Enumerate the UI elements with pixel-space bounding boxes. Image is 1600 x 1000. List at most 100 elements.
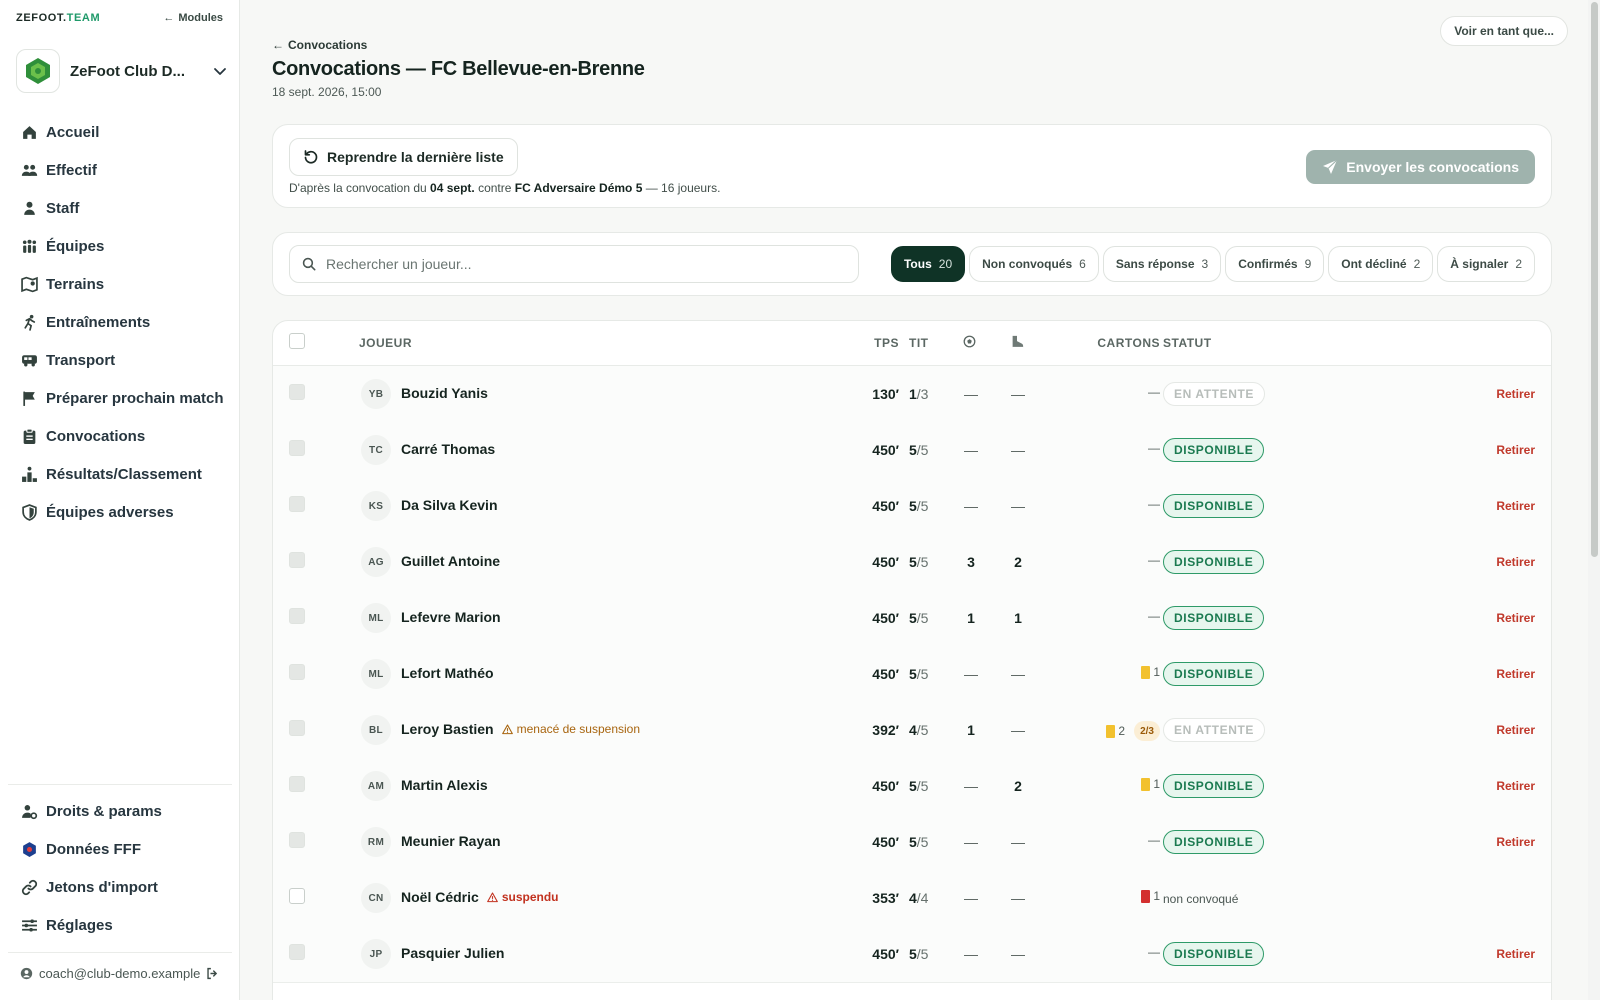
logout-icon[interactable]: [206, 967, 219, 980]
filter-non-convoques[interactable]: Non convoqués 6: [969, 246, 1099, 282]
shield-icon: [20, 503, 38, 521]
remove-player-button[interactable]: Retirer: [1496, 499, 1535, 513]
boot-icon: [1010, 335, 1024, 352]
filter-label: Tous: [903, 257, 932, 271]
cards-cell: 1: [1141, 889, 1160, 903]
starts-total: /5: [916, 610, 929, 626]
yellow-count: 1: [1153, 665, 1160, 679]
player-name[interactable]: Lefevre Marion: [401, 609, 501, 625]
filter-count: 3: [1201, 257, 1209, 271]
cards-cell: —: [1148, 945, 1160, 959]
send-convocations-button[interactable]: Envoyer les convocations: [1306, 150, 1535, 184]
main-content: Voir en tant que... ← Convocations Convo…: [240, 0, 1600, 1000]
row-checkbox[interactable]: [289, 384, 305, 400]
player-name[interactable]: Martin Alexis: [401, 777, 488, 793]
player-name[interactable]: Da Silva Kevin: [401, 497, 498, 513]
filter-count: 6: [1079, 257, 1086, 271]
resume-last-list-button[interactable]: Reprendre la dernière liste: [289, 138, 518, 176]
player-name[interactable]: Carré Thomas: [401, 441, 495, 457]
goals: —: [964, 666, 978, 682]
club-switcher[interactable]: ZeFoot Club D...: [16, 49, 228, 93]
modules-link[interactable]: ← Modules: [163, 12, 223, 24]
column-cartons: CARTONS: [1097, 336, 1160, 350]
avatar: BL: [361, 715, 391, 745]
player-name[interactable]: Noël Cédric: [401, 889, 479, 905]
filter-tous[interactable]: Tous 20: [890, 246, 966, 282]
select-all-checkbox[interactable]: [289, 333, 305, 349]
goals: 3: [967, 554, 975, 570]
nav-item-accueil[interactable]: Accueil: [8, 113, 232, 151]
nav-item-terrains[interactable]: Terrains: [8, 265, 232, 303]
nav-item-staff[interactable]: Staff: [8, 189, 232, 227]
nav-item-entrainements[interactable]: Entraînements: [8, 303, 232, 341]
resume-note-prefix: D'après la convocation du: [289, 181, 431, 195]
row-checkbox[interactable]: [289, 440, 305, 456]
nav-item-convocations[interactable]: Convocations: [8, 417, 232, 455]
remove-player-button[interactable]: Retirer: [1496, 387, 1535, 401]
row-checkbox[interactable]: [289, 720, 305, 736]
sidebar: ZEFOOT.TEAM ← Modules ZeFoot Club D... A…: [0, 0, 240, 1000]
starts-count: 5: [909, 946, 917, 962]
filter-confirmes[interactable]: Confirmés 9: [1225, 246, 1325, 282]
nav-item-equipes-adverses[interactable]: Équipes adverses: [8, 493, 232, 531]
player-name[interactable]: Meunier Rayan: [401, 833, 501, 849]
starts-count: 1: [909, 386, 917, 402]
row-checkbox[interactable]: [289, 776, 305, 792]
nav-item-donnees-fff[interactable]: Données FFF: [8, 830, 232, 868]
row-checkbox[interactable]: [289, 944, 305, 960]
filter-ont-decline[interactable]: Ont décliné 2: [1328, 246, 1434, 282]
starts: 1/3: [909, 386, 928, 402]
resume-note-suffix: — 16 joueurs.: [642, 181, 721, 195]
row-checkbox[interactable]: [289, 496, 305, 512]
remove-player-button[interactable]: Retirer: [1496, 443, 1535, 457]
nav-item-effectif[interactable]: Effectif: [8, 151, 232, 189]
cards-empty: —: [1148, 553, 1160, 567]
nav-item-transport[interactable]: Transport: [8, 341, 232, 379]
row-checkbox[interactable]: [289, 552, 305, 568]
player-name[interactable]: Leroy Bastien: [401, 721, 494, 737]
filter-sans-reponse[interactable]: Sans réponse 3: [1102, 246, 1222, 282]
table-row: AM Martin Alexis 450′ 5/5 — 2 1 DISPONIBLE Retir…: [273, 758, 1551, 815]
table-row: RM Meunier Rayan 450′ 5/5— — — DISPONIBLE Retir…: [273, 814, 1551, 871]
starts: 5/5: [909, 610, 928, 626]
row-checkbox[interactable]: [289, 664, 305, 680]
nav-item-preparer-match[interactable]: Préparer prochain match: [8, 379, 232, 417]
starts-count: 5: [909, 554, 917, 570]
status-badge: DISPONIBLE: [1163, 438, 1265, 462]
brand-logo[interactable]: ZEFOOT.TEAM: [16, 12, 100, 24]
remove-player-button[interactable]: Retirer: [1496, 779, 1535, 793]
nav-item-droits[interactable]: Droits & params: [8, 792, 232, 830]
page-scrollbar[interactable]: [1588, 0, 1600, 1000]
starts-count: 4: [909, 722, 917, 738]
filter-count: 2: [1515, 257, 1522, 271]
scroll-thumb[interactable]: [1591, 2, 1598, 557]
cards-cell: 1: [1141, 665, 1160, 679]
view-as-button[interactable]: Voir en tant que...: [1440, 16, 1568, 46]
player-name[interactable]: Pasquier Julien: [401, 945, 504, 961]
player-name[interactable]: Guillet Antoine: [401, 553, 500, 569]
row-checkbox[interactable]: [289, 888, 305, 904]
player-name[interactable]: Bouzid Yanis: [401, 385, 488, 401]
nav-item-jetons[interactable]: Jetons d'import: [8, 868, 232, 906]
player-name-cell: Pasquier Julien: [401, 945, 504, 961]
remove-player-button[interactable]: Retirer: [1496, 611, 1535, 625]
remove-player-button[interactable]: Retirer: [1496, 667, 1535, 681]
back-link[interactable]: ← Convocations: [272, 38, 367, 52]
row-checkbox[interactable]: [289, 832, 305, 848]
remove-player-button[interactable]: Retirer: [1496, 835, 1535, 849]
playing-time: 450′: [872, 442, 899, 458]
starts: 4/4: [909, 890, 928, 906]
remove-player-button[interactable]: Retirer: [1496, 947, 1535, 961]
player-name[interactable]: Lefort Mathéo: [401, 665, 494, 681]
remove-player-button[interactable]: Retirer: [1496, 555, 1535, 569]
search-input[interactable]: [326, 256, 826, 272]
row-checkbox[interactable]: [289, 608, 305, 624]
remove-player-button[interactable]: Retirer: [1496, 723, 1535, 737]
assists: 2: [1014, 554, 1022, 570]
nav-item-equipes[interactable]: Équipes: [8, 227, 232, 265]
users-icon: [20, 161, 38, 179]
nav-item-resultats[interactable]: Résultats/Classement: [8, 455, 232, 493]
nav-item-reglages[interactable]: Réglages: [8, 906, 232, 944]
filter-a-signaler[interactable]: À signaler 2: [1437, 246, 1535, 282]
user-cog-icon: [20, 802, 38, 820]
